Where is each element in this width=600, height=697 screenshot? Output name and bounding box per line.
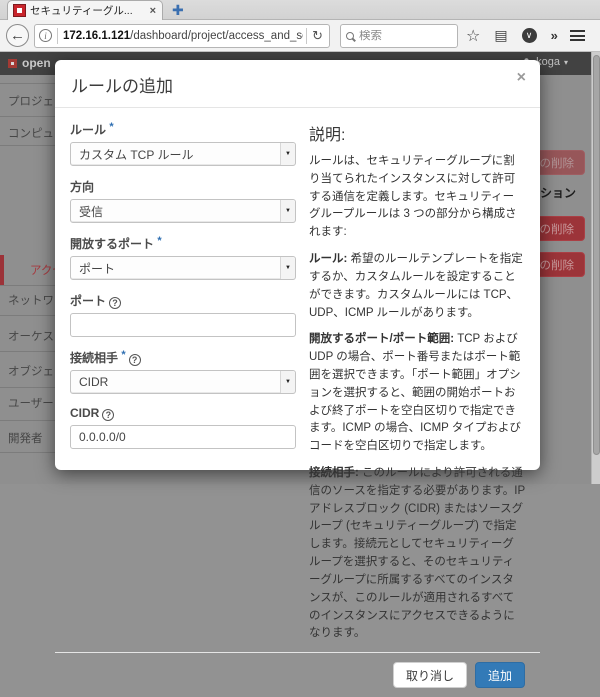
- port-input[interactable]: [70, 313, 296, 337]
- url-bar[interactable]: i 172.16.1.121 /dashboard/project/access…: [34, 24, 330, 48]
- cidr-input[interactable]: [70, 425, 296, 449]
- bookmark-star-icon[interactable]: ☆: [466, 26, 480, 46]
- caret-down-icon: ▾: [564, 58, 568, 67]
- sidebar-item-object-store[interactable]: オブジェ: [8, 363, 54, 379]
- open-port-select[interactable]: ポート ▼: [70, 256, 296, 280]
- sidebar-divider: [0, 116, 62, 117]
- required-asterisk: *: [109, 121, 113, 133]
- search-icon: [346, 32, 354, 40]
- sidebar-divider: [0, 145, 62, 146]
- sidebar-item-user[interactable]: ユーザー: [8, 395, 54, 411]
- reload-icon[interactable]: ↻: [310, 28, 325, 44]
- description-paragraph: 開放するポート/ポート範囲: TCP および UDP の場合、ポート番号またはポ…: [309, 331, 525, 456]
- browser-navbar: ← i 172.16.1.121 /dashboard/project/acce…: [0, 20, 600, 52]
- sidebar-item-project[interactable]: プロジェ: [8, 93, 54, 109]
- select-caret-icon: ▼: [280, 143, 295, 165]
- sidebar-divider: [0, 83, 62, 84]
- select-caret-icon: ▼: [280, 371, 295, 393]
- browser-tab[interactable]: セキュリティーグル... ×: [7, 0, 163, 20]
- site-info-icon[interactable]: i: [39, 29, 52, 42]
- help-icon[interactable]: ?: [102, 409, 114, 421]
- sidebar-item-developer[interactable]: 開発者: [8, 430, 43, 446]
- modal-header: ルールの追加 ×: [55, 60, 540, 108]
- scrollbar-thumb[interactable]: [593, 55, 600, 455]
- direction-select[interactable]: 受信 ▼: [70, 199, 296, 223]
- close-icon[interactable]: ×: [517, 70, 526, 86]
- cidr-label: CIDR?: [70, 406, 296, 421]
- sidebar-item-orchestration[interactable]: オーケス: [8, 328, 54, 344]
- tab-close-icon[interactable]: ×: [150, 5, 156, 17]
- add-button[interactable]: 追加: [475, 662, 525, 688]
- required-asterisk: *: [157, 235, 161, 247]
- cancel-button[interactable]: 取り消し: [393, 662, 467, 688]
- search-box[interactable]: [340, 24, 458, 48]
- url-path: /dashboard/project/access_and_secu: [130, 30, 303, 42]
- remote-select[interactable]: CIDR ▼: [70, 370, 296, 394]
- add-rule-modal: ルールの追加 × ルール * カスタム TCP ルール ▼ 方向 受信 ▼ 開放…: [55, 60, 540, 470]
- rule-label: ルール *: [70, 121, 296, 138]
- sidebar-divider: [0, 452, 62, 453]
- overflow-icon[interactable]: »: [551, 28, 556, 43]
- modal-title: ルールの追加: [71, 72, 524, 97]
- openstack-brand[interactable]: open: [8, 56, 51, 70]
- menu-icon[interactable]: [570, 30, 585, 41]
- browser-scrollbar[interactable]: [591, 52, 600, 484]
- sidebar-divider: [0, 387, 62, 388]
- sidebar-divider: [0, 351, 62, 352]
- help-icon[interactable]: ?: [109, 297, 121, 309]
- description-paragraph: 接続相手: このルールにより許可される通信のソースを指定する必要があります。IP…: [309, 465, 525, 643]
- sidebar-divider: [0, 315, 62, 316]
- url-separator: [306, 28, 307, 44]
- direction-label: 方向: [70, 178, 296, 195]
- rule-select[interactable]: カスタム TCP ルール ▼: [70, 142, 296, 166]
- browser-tab-bar: セキュリティーグル... × ✚: [0, 0, 600, 20]
- select-caret-icon: ▼: [280, 257, 295, 279]
- select-caret-icon: ▼: [280, 200, 295, 222]
- required-asterisk: *: [121, 349, 125, 361]
- active-item-indicator: [0, 255, 4, 285]
- open-port-label: 開放するポート *: [70, 235, 296, 252]
- modal-footer: 取り消し 追加: [55, 652, 540, 697]
- port-label: ポート?: [70, 292, 296, 309]
- description-heading: 説明:: [309, 121, 525, 145]
- help-icon[interactable]: ?: [129, 354, 141, 366]
- sidebar-divider: [0, 285, 62, 286]
- url-separator: [57, 28, 58, 44]
- openstack-favicon-icon: [14, 5, 25, 16]
- description-panel: 説明: ルールは、セキュリティーグループに割り当てられたインスタンスに対して許可…: [309, 121, 525, 652]
- bookmarks-menu-icon[interactable]: ▤: [494, 27, 507, 44]
- description-paragraph: ルール: 希望のルールテンプレートを指定するか、カスタムルールを設定することがで…: [309, 251, 525, 322]
- openstack-logo-icon: [8, 59, 17, 68]
- new-tab-button[interactable]: ✚: [172, 2, 184, 19]
- sidebar-item-compute[interactable]: コンピュ: [8, 125, 54, 141]
- remote-label: 接続相手 *?: [70, 349, 296, 366]
- back-button[interactable]: ←: [6, 24, 29, 47]
- description-intro: ルールは、セキュリティーグループに割り当てられたインスタンスに対して許可する通信…: [309, 153, 525, 242]
- sidebar-divider: [0, 420, 62, 421]
- pocket-icon[interactable]: ∨: [522, 28, 537, 43]
- sidebar-item-network[interactable]: ネットワ: [8, 292, 54, 308]
- search-input[interactable]: [359, 30, 449, 42]
- url-host: 172.16.1.121: [63, 30, 130, 42]
- tab-title: セキュリティーグル...: [30, 3, 145, 18]
- rule-form: ルール * カスタム TCP ルール ▼ 方向 受信 ▼ 開放するポート * ポ…: [70, 121, 296, 652]
